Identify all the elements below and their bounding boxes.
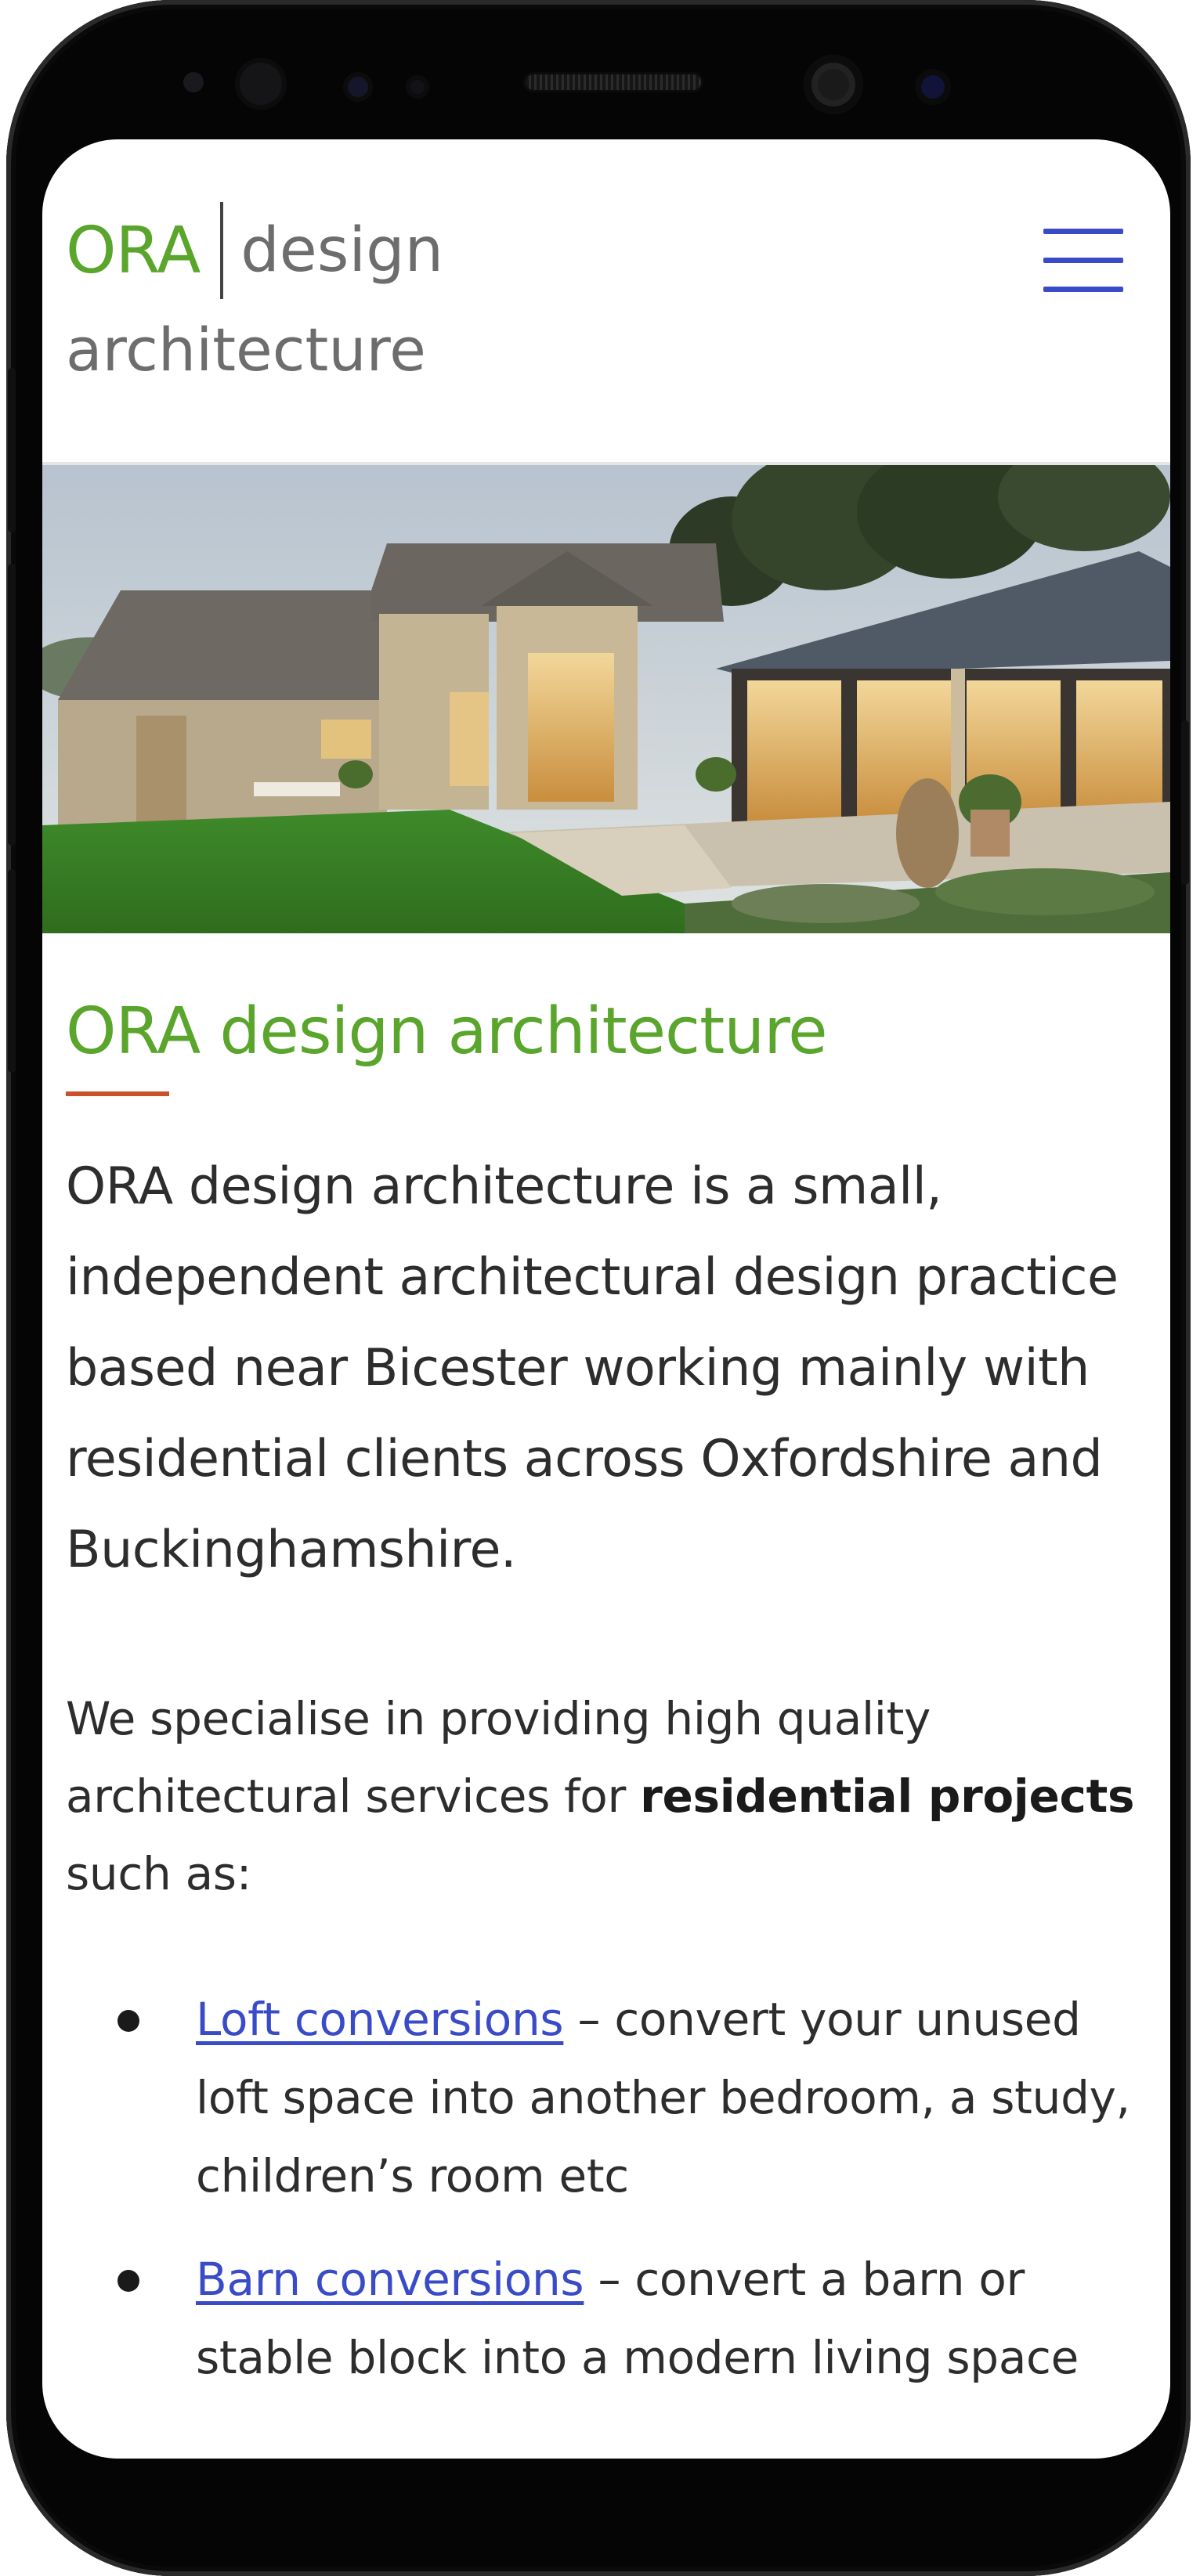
services-list: Loft conversions – convert your unused l…	[66, 1980, 1155, 2397]
lead-paragraph: ORA design architecture is a small, inde…	[66, 1157, 1119, 1579]
sensor-dot	[183, 72, 204, 92]
logo-architecture-text: architecture	[66, 315, 426, 384]
barn-conversions-link[interactable]: Barn conversions	[196, 2253, 584, 2306]
intro-bold-text: residential projects	[640, 1770, 1135, 1823]
bullet-icon	[117, 2270, 139, 2292]
intro-end-text: such as:	[66, 1847, 251, 1900]
phone-frame: ORA design architecture ORA design archi…	[6, 0, 1191, 2576]
sensor-dot	[343, 72, 373, 102]
phone-side-button	[8, 564, 16, 846]
hamburger-menu-icon[interactable]	[1043, 229, 1123, 293]
site-header: ORA design architecture	[42, 139, 1170, 465]
front-camera	[804, 55, 863, 114]
phone-side-button	[1181, 720, 1189, 885]
main-content: ORA design architecture ORA design archi…	[66, 993, 1155, 2422]
title-underline	[66, 1091, 169, 1096]
sensor-dot	[406, 75, 429, 99]
hero-image	[42, 465, 1170, 933]
sensor-lens	[235, 58, 287, 110]
screen: ORA design architecture ORA design archi…	[42, 139, 1170, 2459]
phone-side-button	[8, 869, 16, 1073]
page-title: ORA design architecture	[66, 994, 828, 1069]
logo-design-text: design	[240, 215, 444, 286]
list-item: Barn conversions – convert a barn or sta…	[66, 2240, 1155, 2397]
list-item: Loft conversions – convert your unused l…	[66, 1980, 1155, 2215]
intro-paragraph: We specialise in providing high quality …	[66, 1680, 1155, 1913]
logo-ora-text: ORA	[66, 213, 201, 288]
phone-side-button	[8, 368, 16, 532]
logo-divider	[220, 202, 224, 299]
loft-conversions-link[interactable]: Loft conversions	[196, 1993, 564, 2046]
earpiece-speaker	[523, 72, 703, 92]
iris-sensor	[915, 69, 951, 105]
site-logo[interactable]: ORA design architecture	[66, 202, 444, 384]
bullet-icon	[117, 2010, 139, 2032]
